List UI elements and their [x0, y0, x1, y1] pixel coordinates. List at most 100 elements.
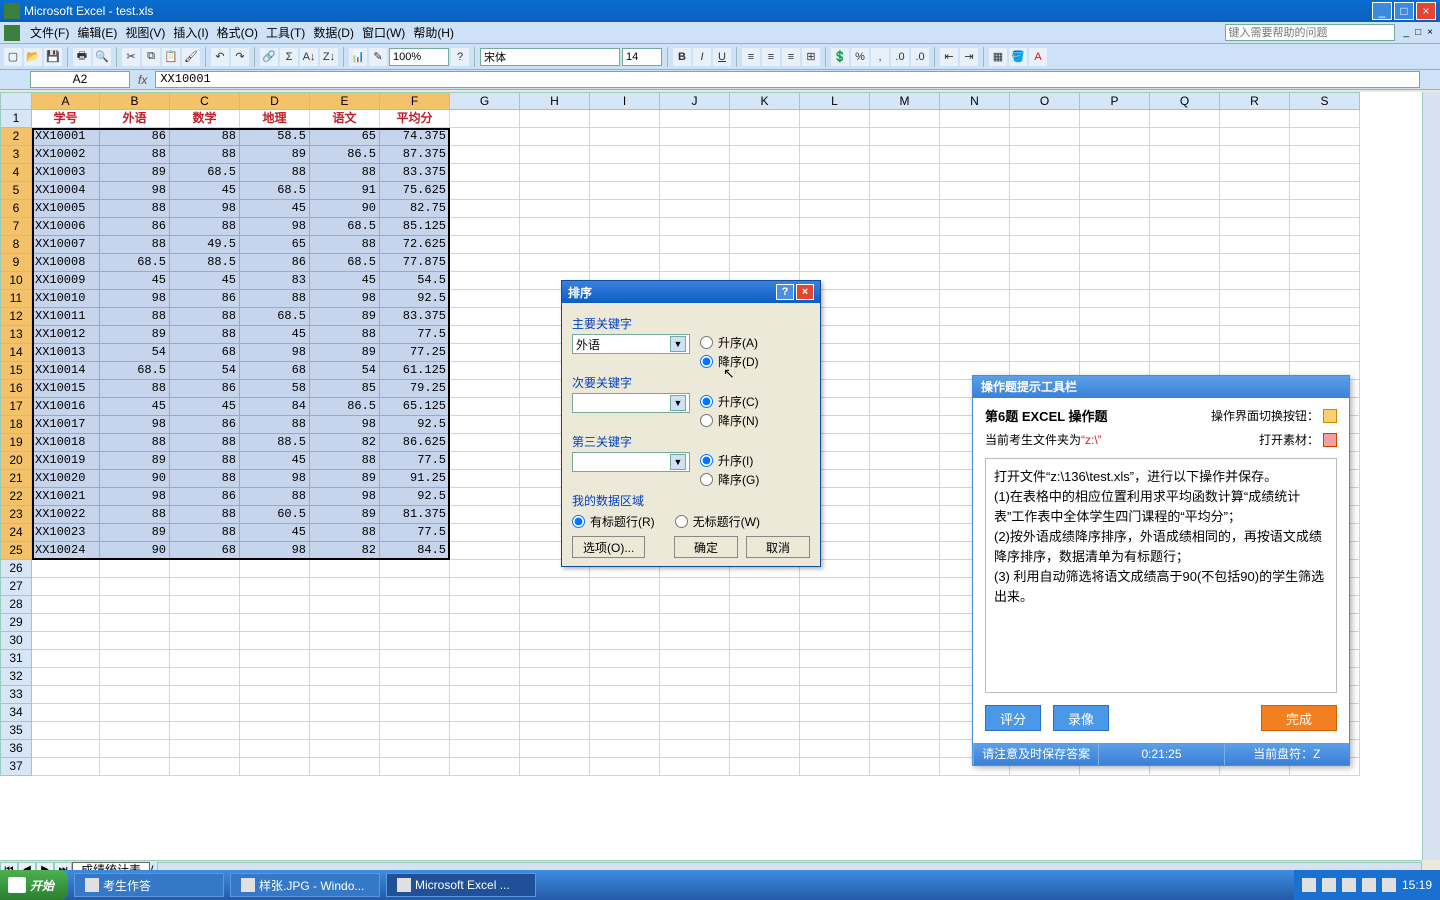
cell[interactable]	[660, 650, 730, 668]
merge-icon[interactable]: ⊞	[802, 48, 820, 66]
finish-button[interactable]: 完成	[1261, 705, 1337, 731]
cell[interactable]: 88	[100, 380, 170, 398]
cell[interactable]	[170, 560, 240, 578]
cell[interactable]: 84	[240, 398, 310, 416]
menu-item[interactable]: 文件(F)	[26, 24, 73, 42]
cell[interactable]: 54	[310, 362, 380, 380]
secondary-key-select[interactable]: ▼	[572, 393, 690, 413]
cell[interactable]	[450, 110, 520, 128]
cell[interactable]: 88	[100, 236, 170, 254]
inc-decimal-icon[interactable]: .0	[891, 48, 909, 66]
cell[interactable]	[1150, 110, 1220, 128]
cell[interactable]: 89	[310, 470, 380, 488]
column-header[interactable]: A	[32, 92, 100, 110]
cell[interactable]	[870, 578, 940, 596]
menu-item[interactable]: 窗口(W)	[358, 24, 409, 42]
third-key-select[interactable]: ▼	[572, 452, 690, 472]
cell[interactable]	[450, 146, 520, 164]
cell[interactable]: 地理	[240, 110, 310, 128]
cell[interactable]: 45	[240, 452, 310, 470]
cell[interactable]	[100, 650, 170, 668]
zoom-combo[interactable]: 100%	[389, 48, 449, 66]
cell[interactable]	[870, 254, 940, 272]
cell[interactable]: 88	[170, 434, 240, 452]
sort-dialog-titlebar[interactable]: 排序 ? ×	[562, 281, 820, 303]
cell[interactable]: 88.5	[170, 254, 240, 272]
row-header[interactable]: 23	[0, 506, 32, 524]
tray-icon[interactable]	[1322, 878, 1336, 892]
cell[interactable]	[870, 308, 940, 326]
row-header[interactable]: 26	[0, 560, 32, 578]
cell[interactable]	[1290, 182, 1360, 200]
column-header[interactable]: M	[870, 92, 940, 110]
cell[interactable]: 75.625	[380, 182, 450, 200]
cell[interactable]	[240, 632, 310, 650]
fill-color-icon[interactable]: 🪣	[1009, 48, 1027, 66]
cell[interactable]	[520, 632, 590, 650]
cell[interactable]	[1150, 272, 1220, 290]
column-header[interactable]: D	[240, 92, 310, 110]
cell[interactable]	[1150, 164, 1220, 182]
cell[interactable]	[520, 146, 590, 164]
cell[interactable]: 88	[310, 164, 380, 182]
cell[interactable]: 89	[310, 344, 380, 362]
cell[interactable]	[100, 578, 170, 596]
cell[interactable]: 88	[170, 146, 240, 164]
cell[interactable]	[1150, 236, 1220, 254]
cell[interactable]	[1150, 146, 1220, 164]
cell[interactable]	[450, 596, 520, 614]
cell[interactable]	[730, 164, 800, 182]
row-header[interactable]: 9	[0, 254, 32, 272]
secondary-desc-radio[interactable]: 降序(N)	[700, 412, 759, 429]
cell[interactable]	[660, 146, 730, 164]
cell[interactable]	[800, 722, 870, 740]
cell[interactable]	[1150, 182, 1220, 200]
cell[interactable]	[1150, 254, 1220, 272]
cell[interactable]	[450, 632, 520, 650]
cell[interactable]: 84.5	[380, 542, 450, 560]
cell[interactable]: 语文	[310, 110, 380, 128]
cell[interactable]	[450, 416, 520, 434]
formula-input[interactable]: XX10001	[155, 71, 1420, 88]
new-icon[interactable]: ▢	[4, 48, 22, 66]
cell[interactable]	[870, 596, 940, 614]
cell[interactable]: 90	[100, 470, 170, 488]
row-header[interactable]: 3	[0, 146, 32, 164]
row-header[interactable]: 4	[0, 164, 32, 182]
cell[interactable]: 45	[240, 200, 310, 218]
cell[interactable]	[450, 326, 520, 344]
cell[interactable]: 88	[240, 488, 310, 506]
cell[interactable]	[590, 254, 660, 272]
cell[interactable]	[940, 182, 1010, 200]
cell[interactable]	[870, 686, 940, 704]
no-header-radio[interactable]: 无标题行(W)	[675, 513, 760, 530]
copy-icon[interactable]: ⧉	[142, 48, 160, 66]
cell[interactable]	[870, 218, 940, 236]
cell[interactable]	[870, 488, 940, 506]
cell[interactable]: 54.5	[380, 272, 450, 290]
cell[interactable]	[800, 146, 870, 164]
column-header[interactable]: N	[940, 92, 1010, 110]
third-asc-radio[interactable]: 升序(I)	[700, 452, 759, 469]
cell[interactable]: 68.5	[310, 254, 380, 272]
cell[interactable]	[1080, 254, 1150, 272]
cell[interactable]: XX10021	[32, 488, 100, 506]
cell[interactable]	[940, 326, 1010, 344]
cell[interactable]	[32, 740, 100, 758]
cell[interactable]	[660, 704, 730, 722]
row-header[interactable]: 5	[0, 182, 32, 200]
help-icon[interactable]: ?	[451, 48, 469, 66]
cell[interactable]	[870, 272, 940, 290]
cell[interactable]	[1010, 254, 1080, 272]
cell[interactable]: 88	[100, 434, 170, 452]
paste-icon[interactable]: 📋	[162, 48, 180, 66]
column-header[interactable]: G	[450, 92, 520, 110]
cell[interactable]: 88	[170, 506, 240, 524]
menu-item[interactable]: 帮助(H)	[409, 24, 458, 42]
cell[interactable]: XX10004	[32, 182, 100, 200]
cell[interactable]: XX10023	[32, 524, 100, 542]
row-header[interactable]: 18	[0, 416, 32, 434]
start-button[interactable]: 开始	[0, 870, 68, 900]
cell[interactable]: 88	[170, 326, 240, 344]
cell[interactable]	[450, 668, 520, 686]
